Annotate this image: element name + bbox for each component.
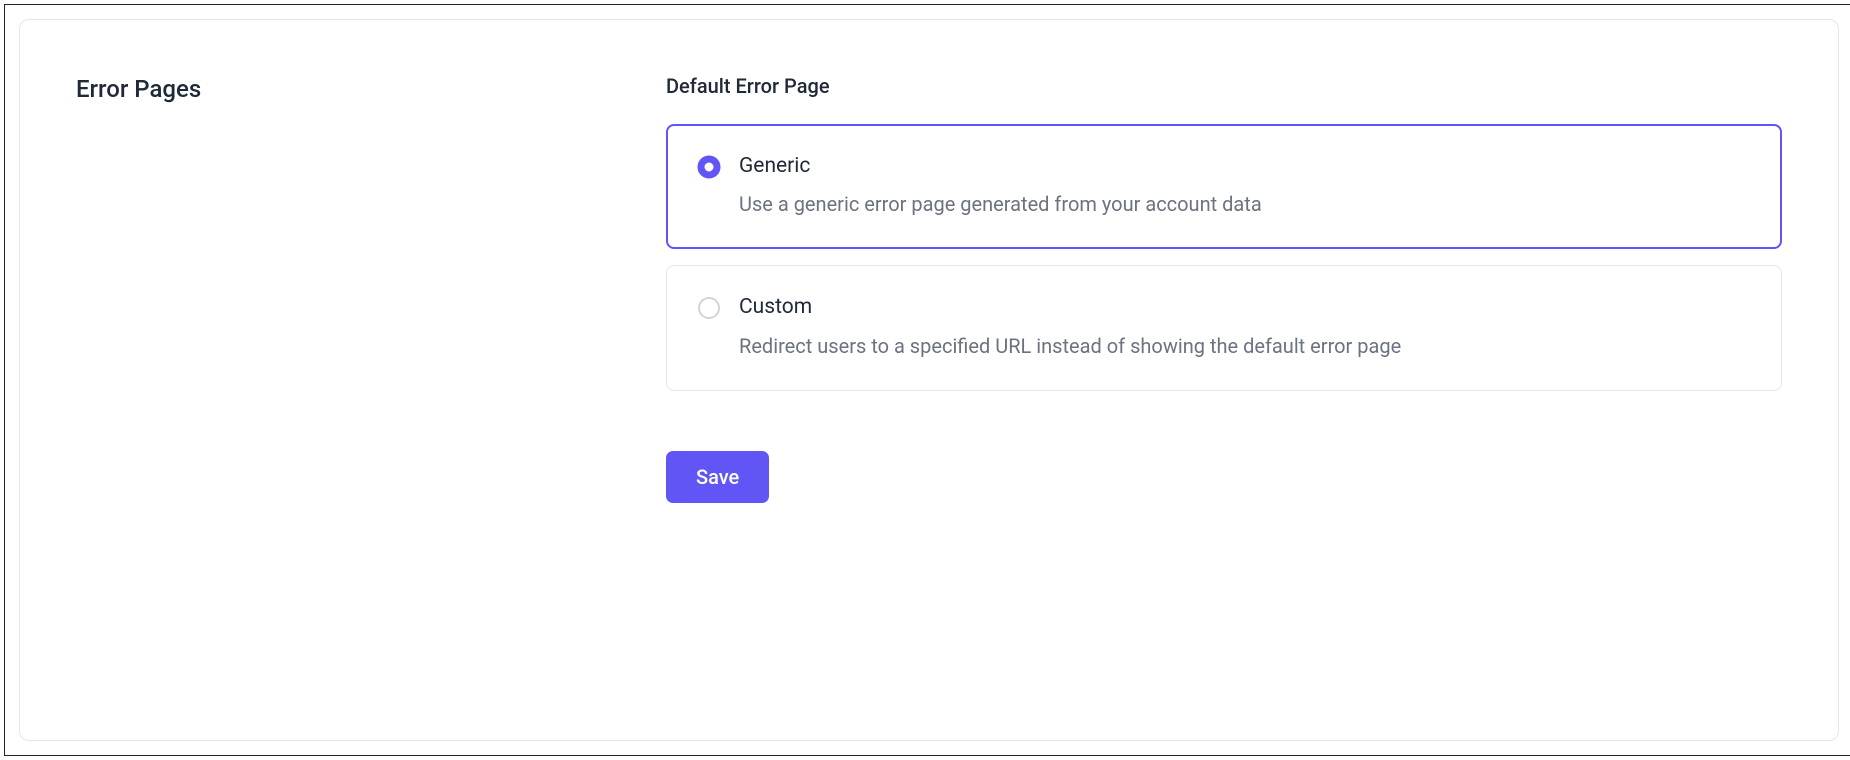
section-title: Error Pages [76,74,666,105]
field-label: Default Error Page [666,74,1782,98]
radio-option-custom[interactable]: Custom Redirect users to a specified URL… [666,265,1782,390]
columns: Error Pages Default Error Page Generic U… [76,74,1782,503]
right-column: Default Error Page Generic Use a generic… [666,74,1782,503]
radio-group: Generic Use a generic error page generat… [666,124,1782,391]
left-column: Error Pages [76,74,666,503]
radio-unselected-icon [697,296,721,320]
radio-desc-generic: Use a generic error page generated from … [739,188,1262,220]
radio-selected-icon [697,155,721,179]
save-button[interactable]: Save [666,451,769,503]
radio-text: Custom Redirect users to a specified URL… [739,294,1401,361]
settings-card: Error Pages Default Error Page Generic U… [19,19,1839,741]
page-outer: Error Pages Default Error Page Generic U… [4,4,1850,756]
radio-option-generic[interactable]: Generic Use a generic error page generat… [666,124,1782,249]
radio-title-custom: Custom [739,294,1401,321]
save-row: Save [666,451,1782,503]
radio-desc-custom: Redirect users to a specified URL instea… [739,330,1401,362]
radio-title-generic: Generic [739,153,1262,180]
radio-text: Generic Use a generic error page generat… [739,153,1262,220]
